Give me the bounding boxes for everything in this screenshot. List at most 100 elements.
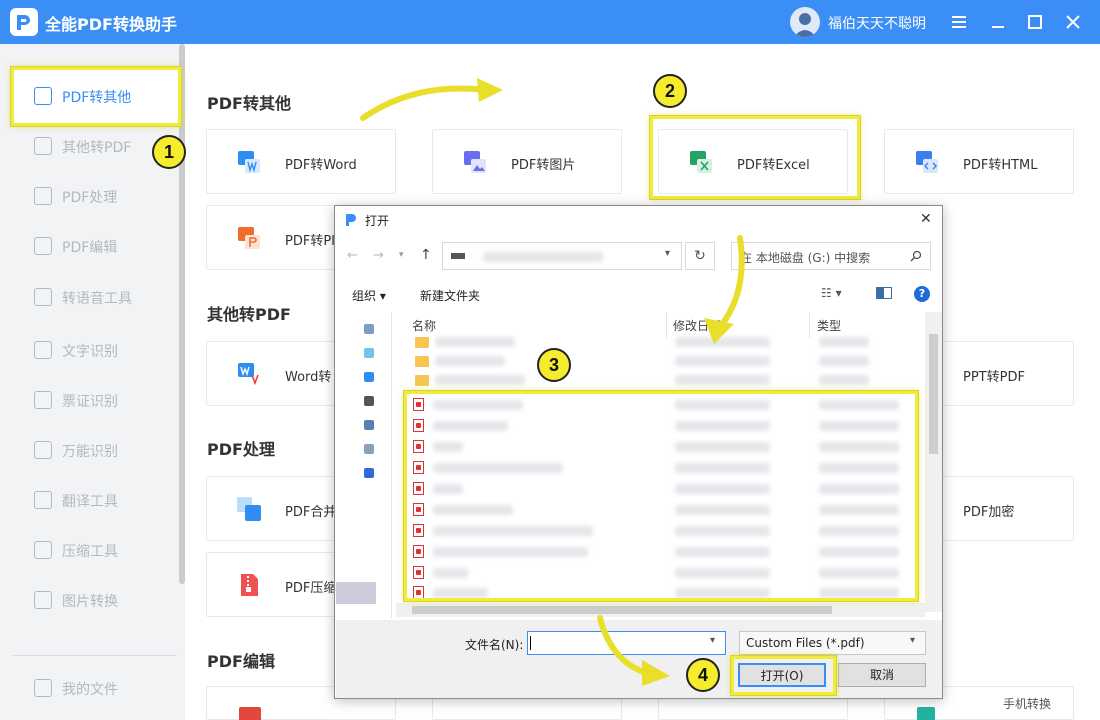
voice-icon [34,288,52,306]
nav-item-icon[interactable] [364,372,374,382]
sidebar-item-pdf-to-other[interactable]: PDF转其他 [0,76,178,116]
folder-icon[interactable] [415,375,429,386]
new-folder-button[interactable]: 新建文件夹 [420,287,480,304]
file-type-filter-value: Custom Files (*.pdf) [746,636,865,650]
folder-icon[interactable] [415,356,429,367]
pdf-process-icon [34,187,52,205]
sidebar-item-label: 图片转换 [62,594,118,610]
sidebar-item-compress[interactable]: 压缩工具 [0,530,178,570]
sidebar-item-other-to-pdf[interactable]: 其他转PDF [0,126,178,166]
user-name[interactable]: 福伯天天不聪明 [828,13,926,33]
card-label: PPT转PDF [963,370,1025,385]
sidebar-item-my-files[interactable]: 我的文件 [0,668,178,708]
step-badge-1: 1 [152,135,186,169]
ocr-icon [34,341,52,359]
address-bar[interactable]: ▾ [442,242,682,270]
sidebar-item-scan[interactable]: 万能识别 [0,430,178,470]
section-title-pdf-process: PDF处理 [207,440,275,459]
nav-item-icon[interactable] [364,420,374,430]
sidebar-item-label: 翻译工具 [62,494,118,510]
nav-selected-item[interactable] [336,582,376,604]
drive-icon [451,253,465,259]
sidebar-item-ticket[interactable]: 票证识别 [0,380,178,420]
minimize-icon[interactable] [986,10,1010,34]
search-input[interactable]: 在 本地磁盘 (G:) 中搜索 [731,242,931,270]
nav-item-icon[interactable] [364,444,374,454]
file-type-filter[interactable]: Custom Files (*.pdf) ▾ [739,631,926,655]
card-pdf-to-image[interactable]: PDF转图片 [432,129,622,194]
file-date [675,375,770,385]
step4-highlight [731,656,836,695]
back-icon[interactable]: ← [347,248,358,263]
sidebar-item-ocr[interactable]: 文字识别 [0,330,178,370]
title-bar: 全能PDF转换助手 福伯天天不聪明 [0,0,1100,44]
filter-dropdown-icon[interactable]: ▾ [910,635,915,646]
sidebar-item-image[interactable]: 图片转换 [0,580,178,620]
up-folder-icon[interactable]: ↑ [420,247,432,263]
maximize-icon[interactable] [1023,10,1047,34]
user-avatar[interactable] [790,7,820,37]
arrow-decoration [597,615,670,686]
phone-convert-link[interactable]: 手机转换 [1003,695,1052,712]
history-chevron-icon[interactable]: ▾ [399,250,404,260]
organize-button[interactable]: 组织 ▾ [352,287,386,304]
preview-pane-icon[interactable] [876,287,892,299]
file-name [435,356,505,366]
step-badge-3: 3 [537,348,571,382]
help-icon[interactable]: ? [914,286,930,302]
file-type [819,356,869,366]
column-name[interactable]: 名称 [412,317,436,334]
nav-item-icon[interactable] [364,324,374,334]
sidebar-item-translate[interactable]: 翻译工具 [0,480,178,520]
pdf-edit-icon [34,237,52,255]
navigation-pane[interactable] [336,312,392,618]
step-badge-4: 4 [686,658,720,692]
column-divider [666,312,667,338]
compress-icon [34,541,52,559]
card-pdf-to-word[interactable]: PDF转Word [206,129,396,194]
card-label: PDF转图片 [511,158,576,173]
page-number-icon [917,707,935,720]
dialog-close-icon[interactable]: ✕ [920,211,932,227]
translate-icon [34,491,52,509]
file-list-vertical-scrollbar[interactable] [925,312,942,612]
step-badge-2: 2 [653,74,687,108]
address-dropdown-icon[interactable]: ▾ [665,248,670,259]
nav-item-icon[interactable] [364,396,374,406]
folder-icon[interactable] [415,337,429,348]
sidebar-item-pdf-edit[interactable]: PDF编辑 [0,226,178,266]
cancel-button[interactable]: 取消 [838,663,926,687]
column-type[interactable]: 类型 [817,317,841,334]
nav-item-icon[interactable] [364,468,374,478]
menu-icon[interactable] [947,10,971,34]
organize-label: 组织 [352,289,377,303]
sidebar-item-voice[interactable]: 转语音工具 [0,277,178,317]
sidebar-item-label: 我的文件 [62,682,118,698]
forward-icon[interactable]: → [373,248,384,263]
column-divider [809,312,810,338]
file-date [675,356,770,366]
app-logo [10,8,38,36]
my-files-icon [34,679,52,697]
card-pdf-to-html[interactable]: PDF转HTML [884,129,1074,194]
card-label: Word转 [285,370,332,385]
view-options-icon[interactable]: ☷ ▾ [821,286,842,300]
nav-item-icon[interactable] [364,348,374,358]
file-type [819,337,869,347]
sidebar-item-pdf-process[interactable]: PDF处理 [0,176,178,216]
sidebar-item-label: 票证识别 [62,394,118,410]
file-name [435,375,525,385]
scrollbar-thumb[interactable] [929,334,938,454]
sidebar-item-label: 其他转PDF [62,140,132,156]
card-label: PDF压缩 [285,581,337,596]
image-convert-icon [464,151,486,173]
close-icon[interactable] [1061,10,1085,34]
ppt-icon [238,227,260,249]
card-label: PDF合并 [285,505,337,520]
compress-file-icon [241,574,258,596]
filename-dropdown-icon[interactable]: ▾ [710,635,715,646]
sidebar-divider [12,655,177,656]
card-label: PDF转HTML [963,158,1038,173]
address-path [483,252,603,262]
step3-highlight [404,391,918,601]
